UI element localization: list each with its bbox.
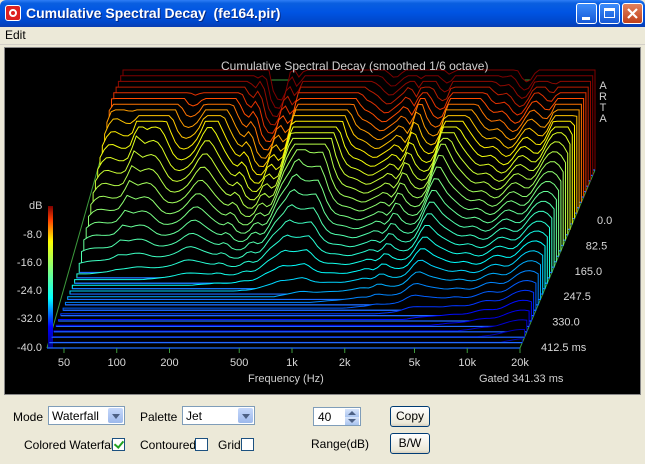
minimize-icon [582, 17, 590, 20]
db-tick-label: -24.0 [17, 285, 42, 297]
palette-value: Jet [186, 409, 203, 423]
db-tick-label: -40.0 [17, 342, 42, 354]
colored-waterfall-label: Colored Waterfall [24, 438, 117, 452]
spin-up-icon[interactable] [345, 409, 359, 417]
gated-label: Gated 341.33 ms [479, 373, 564, 385]
time-tick-label: 412.5 ms [541, 342, 587, 354]
palette-select[interactable]: Jet [182, 406, 255, 425]
grid-label: Grid [218, 438, 241, 452]
db-tick-label: -16.0 [17, 257, 42, 269]
close-button[interactable] [622, 3, 643, 24]
frequency-tick-label: 50 [58, 357, 70, 369]
maximize-icon [604, 8, 615, 18]
close-icon [627, 8, 638, 19]
copy-button[interactable]: Copy [390, 406, 430, 427]
range-value: 40 [318, 410, 332, 424]
range-spinner[interactable]: 40 [313, 407, 361, 426]
frequency-tick-label: 10k [458, 357, 476, 369]
plot-canvas: -8.0 -16.0 -24.0 -32.0 -40.0 50 100 200 500 1k 2k 5… [17, 69, 612, 369]
maximize-button[interactable] [599, 3, 620, 24]
time-tick-label: 0.0 [597, 215, 612, 227]
range-label: Range(dB) [311, 437, 370, 451]
frequency-tick-label: 500 [230, 357, 248, 369]
plot-title: Cumulative Spectral Decay (smoothed 1/6 … [221, 59, 489, 73]
contoured-label: Contoured [140, 438, 197, 452]
mode-value: Waterfall [52, 409, 99, 423]
frequency-tick-label: 100 [108, 357, 126, 369]
db-tick-label: -8.0 [23, 229, 42, 241]
db-tick-label: -32.0 [17, 313, 42, 325]
spin-down-icon[interactable] [345, 417, 359, 425]
colored-waterfall-checkbox[interactable] [112, 438, 125, 451]
chevron-down-icon[interactable] [108, 408, 123, 423]
watermark-letter: A [599, 113, 607, 125]
menu-bar: Edit [0, 27, 645, 45]
chevron-down-icon[interactable] [238, 408, 253, 423]
time-tick-label: 82.5 [586, 240, 607, 252]
grid-checkbox[interactable] [241, 438, 254, 451]
frequency-tick-label: 20k [511, 357, 529, 369]
frequency-tick-label: 200 [160, 357, 178, 369]
db-unit-label: dB [29, 200, 43, 212]
frequency-tick-label: 5k [409, 357, 421, 369]
window-title: Cumulative Spectral Decay (fe164.pir) [26, 5, 281, 21]
bw-button[interactable]: B/W [390, 433, 430, 454]
minimize-button[interactable] [576, 3, 597, 24]
time-tick-label: 247.5 [563, 291, 591, 303]
menu-edit[interactable]: Edit [5, 28, 26, 42]
mode-select[interactable]: Waterfall [48, 406, 125, 425]
app-icon[interactable] [5, 5, 21, 21]
arta-watermark: ARTA [597, 81, 609, 125]
mode-label: Mode [13, 410, 44, 424]
contoured-checkbox[interactable] [195, 438, 208, 451]
title-bar[interactable]: Cumulative Spectral Decay (fe164.pir) [0, 0, 645, 27]
frequency-axis-label: Frequency (Hz) [248, 373, 324, 385]
color-scale-bar [48, 206, 53, 348]
frequency-tick-label: 1k [286, 357, 298, 369]
palette-label: Palette [140, 410, 178, 424]
frequency-tick-label: 2k [339, 357, 351, 369]
time-tick-label: 165.0 [575, 266, 603, 278]
waterfall-plot: -8.0 -16.0 -24.0 -32.0 -40.0 50 100 200 500 1k 2k 5… [4, 47, 641, 395]
time-tick-label: 330.0 [552, 317, 580, 329]
